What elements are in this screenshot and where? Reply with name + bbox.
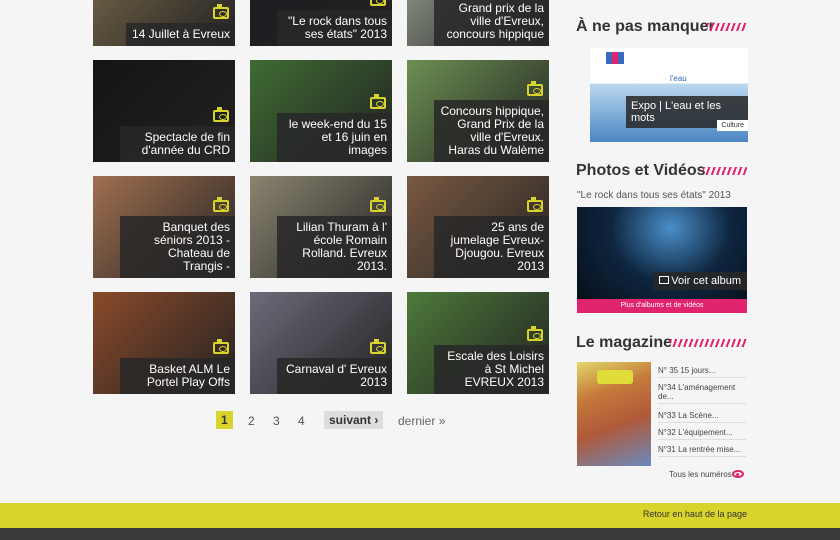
photo-album-icon <box>527 81 543 96</box>
gallery-tile[interactable]: Basket ALM Le Portel Play Offs <box>93 292 235 394</box>
gallery-tile[interactable]: 25 ans de jumelage Evreux-Djougou. Evreu… <box>407 176 549 278</box>
gallery-tile[interactable]: Banquet des séniors 2013 - Chateau de Tr… <box>93 176 235 278</box>
page-3-link[interactable]: 3 <box>273 414 280 428</box>
photo-album-icon <box>213 4 229 19</box>
photo-album-icon <box>370 0 386 6</box>
gallery-caption: Carnaval d' Evreux 2013 <box>277 358 392 394</box>
all-issues-link[interactable]: Tous les numéros <box>669 470 732 479</box>
photo-album-icon <box>370 197 386 212</box>
view-album-button[interactable]: Voir cet album <box>653 272 747 290</box>
footer-bottom <box>0 528 840 540</box>
photo-album-icon <box>213 197 229 212</box>
page-2-link[interactable]: 2 <box>248 414 255 428</box>
gallery-caption: "Le rock dans tous ses états" 2013 <box>277 10 392 46</box>
gallery-caption: Escale des Loisirs à St Michel EVREUX 20… <box>434 345 549 394</box>
section-stripes-decoration <box>707 23 747 31</box>
media-section-title: Photos et Vidéos <box>576 162 706 179</box>
gallery-tile[interactable]: "Le rock dans tous ses états" 2013 <box>250 0 392 46</box>
gallery-tile[interactable]: Spectacle de fin d'année du CRD <box>93 60 235 162</box>
not-to-miss-title: À ne pas manquer <box>576 18 715 35</box>
more-albums-link[interactable]: Plus d'albums et de vidéos <box>577 299 747 313</box>
album-thumbnail[interactable]: Voir cet album Plus d'albums et de vidéo… <box>577 207 747 313</box>
gallery-tile[interactable]: Carnaval d' Evreux 2013 <box>250 292 392 394</box>
gallery-caption: Spectacle de fin d'année du CRD <box>120 126 235 162</box>
gallery-caption: le week-end du 15 et 16 juin en images <box>277 113 392 162</box>
town-logo <box>606 52 624 64</box>
magazine-issue-link[interactable]: N°34 L'aménagement de... <box>658 383 746 404</box>
photo-album-icon <box>213 339 229 354</box>
next-page-button[interactable]: suivant › <box>324 411 384 429</box>
photo-album-icon <box>527 326 543 341</box>
album-title[interactable]: "Le rock dans tous ses états" 2013 <box>577 190 731 201</box>
magazine-issue-link[interactable]: N°31 La rentrée mise... <box>658 445 746 457</box>
camera-icon <box>659 276 670 284</box>
gallery-tile[interactable]: 14 Juillet à Evreux <box>93 0 235 46</box>
back-to-top-link[interactable]: Retour en haut de la page <box>643 509 747 519</box>
gallery-tile[interactable]: le week-end du 15 et 16 juin en images <box>250 60 392 162</box>
gallery-caption: Banquet des séniors 2013 - Chateau de Tr… <box>120 216 235 278</box>
gallery-tile[interactable]: Concours hippique, Grand Prix de la vill… <box>407 60 549 162</box>
magazine-cover[interactable] <box>577 362 651 466</box>
gallery-caption: 14 Juillet à Evreux <box>125 23 235 46</box>
gallery-tile[interactable]: Lilian Thuram à l' école Romain Rolland.… <box>250 176 392 278</box>
section-stripes-decoration <box>670 339 747 347</box>
gallery-caption: Basket ALM Le Portel Play Offs <box>120 358 235 394</box>
gallery-caption: Grand prix de la ville d'Evreux, concour… <box>434 0 549 46</box>
gallery-caption: Lilian Thuram à l' école Romain Rolland.… <box>277 216 392 278</box>
page-4-link[interactable]: 4 <box>298 414 305 428</box>
magazine-section-title: Le magazine <box>576 334 673 351</box>
water-logo-text: l'eau <box>670 74 687 83</box>
gallery-caption: 25 ans de jumelage Evreux-Djougou. Evreu… <box>434 216 549 278</box>
footer-bar: Retour en haut de la page <box>0 503 840 528</box>
last-page-link[interactable]: dernier » <box>398 414 445 428</box>
magazine-issue-link[interactable]: N°32 L'équipement... <box>658 428 746 440</box>
gallery-caption: Concours hippique, Grand Prix de la vill… <box>434 100 549 162</box>
magazine-issue-link[interactable]: N°33 La Scène... <box>658 411 746 423</box>
gallery-tile[interactable]: Escale des Loisirs à St Michel EVREUX 20… <box>407 292 549 394</box>
view-album-label: Voir cet album <box>671 275 741 287</box>
eye-icon[interactable] <box>732 470 744 478</box>
magazine-cover-logo <box>597 370 633 384</box>
page-current[interactable]: 1 <box>216 411 233 429</box>
section-stripes-decoration <box>703 167 747 175</box>
photo-album-icon <box>527 197 543 212</box>
category-tag: Culture <box>717 120 748 131</box>
photo-album-icon <box>370 339 386 354</box>
photo-album-icon <box>370 94 386 109</box>
magazine-issue-link[interactable]: N° 35 15 jours... <box>658 366 746 378</box>
gallery-tile[interactable]: Grand prix de la ville d'Evreux, concour… <box>407 0 549 46</box>
photo-album-icon <box>213 107 229 122</box>
not-to-miss-card[interactable]: l'eau Expo | L'eau et les mots Culture <box>590 48 748 142</box>
